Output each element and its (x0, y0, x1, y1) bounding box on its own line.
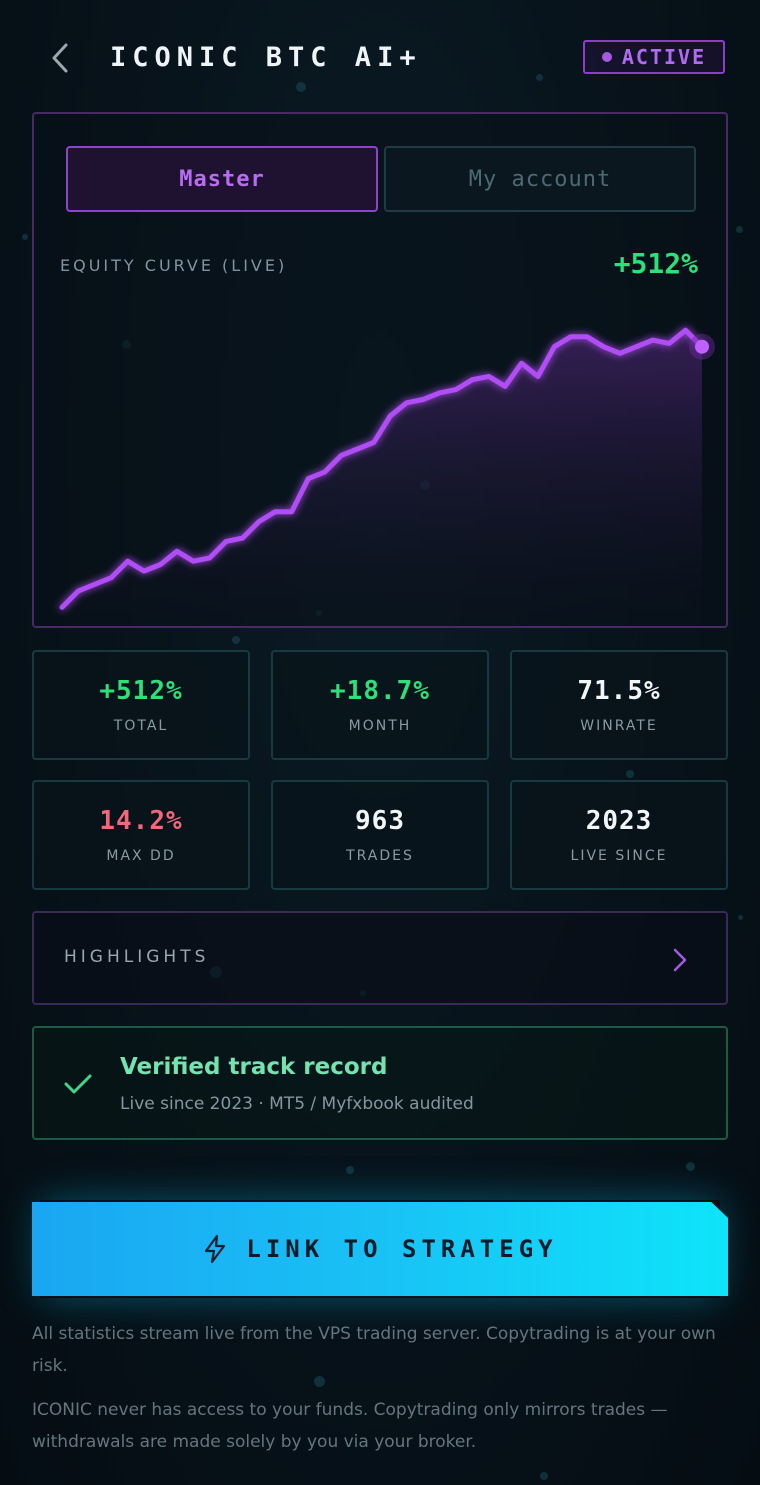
equity-chart (59, 327, 715, 626)
stat-tile-total: +512% TOTAL (32, 650, 250, 760)
verified-subtitle: Live since 2023 · MT5 / Myfxbook audited (120, 1094, 474, 1114)
stat-label: MONTH (348, 718, 412, 734)
background-dot (736, 226, 743, 233)
stat-label: WINRATE (580, 718, 658, 734)
status-dot-icon (601, 52, 612, 62)
chevron-right-icon (673, 948, 687, 972)
highlights-label: HIGHLIGHTS (64, 947, 210, 967)
background-dot (540, 1472, 548, 1480)
header: ICONIC BTC AI+ ACTIVE (0, 0, 760, 118)
stat-tile-trades: 963 TRADES (271, 780, 489, 890)
stat-label: TRADES (346, 848, 414, 864)
stat-tile-max-dd: 14.2% MAX DD (32, 780, 250, 890)
checkmark-icon (64, 1074, 92, 1094)
stat-label: MAX DD (106, 848, 176, 864)
stat-value: 2023 (585, 806, 653, 836)
disclaimer-text: All statistics stream live from the VPS … (32, 1324, 716, 1376)
stat-label: TOTAL (113, 718, 169, 734)
status-badge-label: ACTIVE (621, 45, 707, 69)
background-dot (232, 636, 240, 644)
highlights-row[interactable]: HIGHLIGHTS (32, 911, 728, 1005)
link-to-strategy-label: LINK TO STRATEGY (246, 1235, 558, 1263)
page-title: ICONIC BTC AI+ (110, 42, 422, 73)
background-dot (686, 1162, 695, 1171)
background-dot (738, 915, 743, 920)
stat-tile-winrate: 71.5% WINRATE (510, 650, 728, 760)
equity-chart-card: Master My account EQUITY CURVE (LIVE) +5… (32, 112, 728, 628)
verified-card: Verified track record Live since 2023 · … (32, 1026, 728, 1140)
status-badge: ACTIVE (583, 40, 725, 74)
stat-label: LIVE SINCE (570, 848, 668, 864)
stat-value: 14.2% (99, 806, 183, 836)
background-dot (346, 1166, 354, 1174)
stat-value: +512% (99, 676, 183, 706)
back-chevron-icon[interactable] (44, 40, 80, 76)
stat-value: +18.7% (330, 676, 430, 706)
link-to-strategy-button[interactable]: LINK TO STRATEGY (32, 1202, 728, 1296)
disclaimer-text: ICONIC never has access to your funds. C… (32, 1400, 668, 1452)
verified-title: Verified track record (120, 1054, 388, 1080)
stat-value: 71.5% (577, 676, 661, 706)
background-dot (22, 234, 28, 240)
equity-endpoint-dot (695, 339, 709, 354)
equity-area (62, 330, 702, 626)
stat-value: 963 (355, 806, 405, 836)
stat-tile-month: +18.7% MONTH (271, 650, 489, 760)
lightning-bolt-icon (205, 1234, 226, 1264)
background-dot (626, 770, 634, 778)
stat-tile-live-since: 2023 LIVE SINCE (510, 780, 728, 890)
